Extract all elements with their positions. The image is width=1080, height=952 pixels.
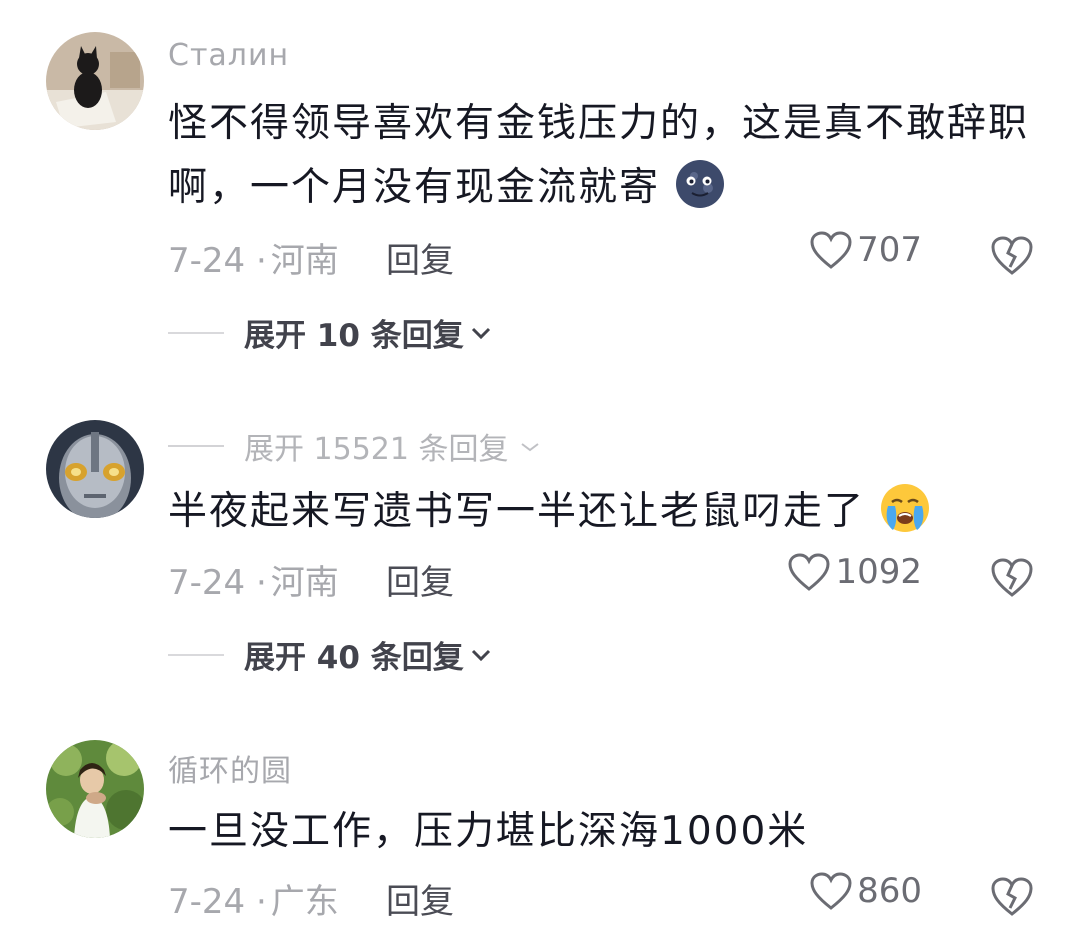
broken-heart-icon [991, 236, 1033, 275]
comment-location: 河南 [270, 241, 339, 281]
comment-text: 怪不得领导喜欢有金钱压力的，这是真不敢辞职啊，一个月没有现金流就寄 [168, 92, 1038, 220]
reply-button[interactable]: 回复 [386, 874, 454, 923]
comment-meta: 7-24 · 广东 [168, 874, 339, 923]
expand-replies-label: 展开 10 条回复 [244, 318, 464, 354]
dislike-button[interactable] [990, 875, 1034, 917]
like-button[interactable]: 1092 [787, 552, 922, 592]
chevron-down-icon [471, 327, 490, 339]
like-count: 707 [857, 230, 922, 270]
heart-outline-icon [810, 872, 852, 910]
avatar[interactable] [46, 32, 144, 130]
chevron-down-icon [471, 649, 490, 661]
comment-text: 半夜起来写遗书写一半还让老鼠叼走了 [168, 480, 1038, 544]
reply-button[interactable]: 回复 [386, 233, 454, 282]
comment-date: 7-24 · [168, 241, 267, 281]
like-count: 860 [857, 871, 922, 911]
comment-text: 一旦没工作，压力堪比深海1000米 [168, 809, 809, 854]
expand-replies-label: 展开 15521 条回复 [244, 432, 509, 467]
collapsed-replies-header[interactable]: 展开 15521 条回复 [168, 424, 545, 468]
divider [168, 653, 224, 656]
comment-location: 广东 [270, 882, 339, 922]
expand-replies-label: 展开 40 条回复 [244, 640, 464, 676]
username[interactable]: 循环的圆 [168, 746, 292, 790]
comment-location: 河南 [270, 563, 339, 603]
dislike-button[interactable] [990, 234, 1034, 276]
dislike-button[interactable] [990, 556, 1034, 598]
reply-button[interactable]: 回复 [386, 555, 454, 604]
like-count: 1092 [835, 552, 922, 592]
expand-replies-button[interactable]: 展开 10 条回复 [168, 310, 492, 355]
comment-meta: 7-24 · 河南 [168, 233, 339, 282]
avatar[interactable] [46, 740, 144, 838]
divider [168, 445, 224, 447]
like-button[interactable]: 707 [809, 230, 922, 270]
forest-girl-avatar-image [46, 740, 144, 838]
moon-face-emoji [674, 158, 726, 210]
comment-text-content: 半夜起来写遗书写一半还让老鼠叼走了 [168, 489, 866, 534]
expand-replies-button[interactable]: 展开 40 条回复 [168, 632, 492, 677]
chevron-down-icon [520, 443, 539, 452]
heart-outline-icon [810, 231, 852, 269]
cat-avatar-image [46, 32, 144, 130]
divider [168, 331, 224, 334]
hero-mask-avatar-image [46, 420, 144, 518]
comment-meta: 7-24 · 河南 [168, 555, 339, 604]
heart-outline-icon [788, 553, 830, 591]
broken-heart-icon [991, 558, 1033, 597]
comment-date: 7-24 · [168, 882, 267, 922]
username[interactable]: Сталин [168, 38, 289, 73]
avatar[interactable] [46, 420, 144, 518]
like-button[interactable]: 860 [809, 871, 922, 911]
broken-heart-icon [991, 877, 1033, 916]
comment-date: 7-24 · [168, 563, 267, 603]
comment-text-content: 怪不得领导喜欢有金钱压力的，这是真不敢辞职啊，一个月没有现金流就寄 [168, 101, 1030, 210]
crying-face-emoji [879, 482, 931, 534]
